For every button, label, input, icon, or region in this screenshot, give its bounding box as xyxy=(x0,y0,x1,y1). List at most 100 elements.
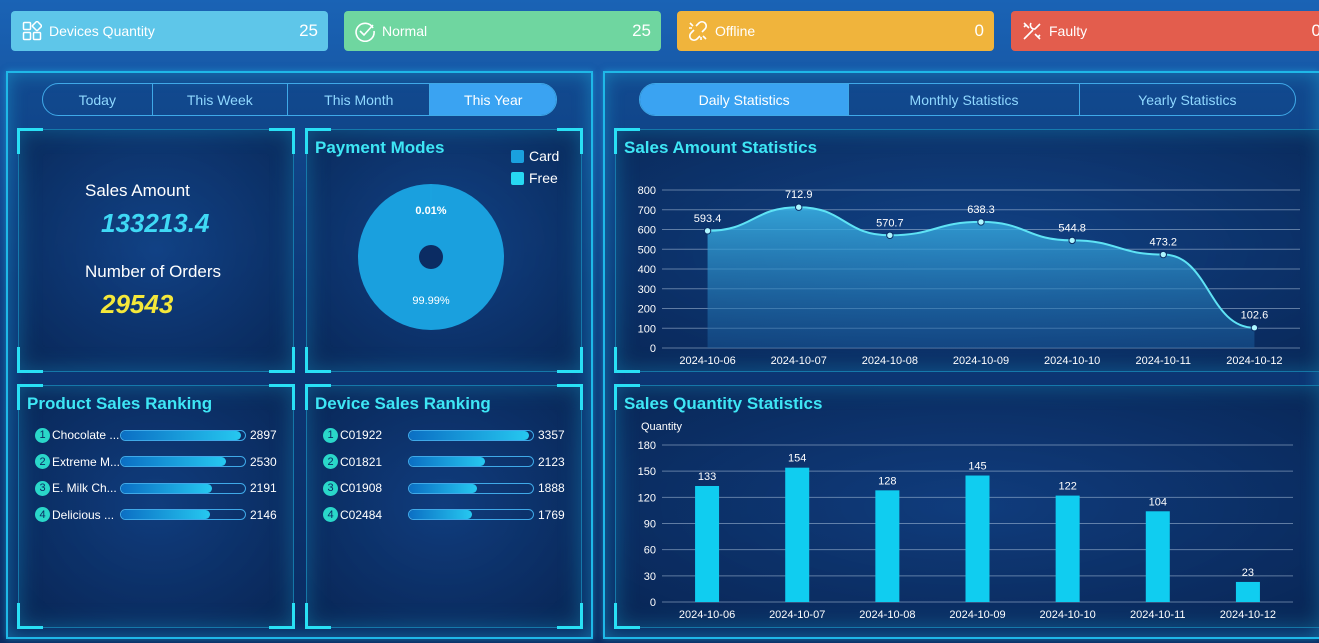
sales-summary-box: Sales Amount 133213.4 Number of Orders 2… xyxy=(17,128,295,373)
x-tick-label: 2024-10-08 xyxy=(859,609,915,621)
sales-amount-chart-box: Sales Amount Statistics 0 100 200 300 400 500… xyxy=(614,128,1319,373)
statistics-tabs: Daily Statistics Monthly Statistics Year… xyxy=(639,83,1296,116)
ranking-row[interactable]: 2 C01821 2123 xyxy=(323,452,565,472)
y-tick-label: 60 xyxy=(644,545,656,557)
data-point xyxy=(886,231,894,239)
stat-label: Faulty xyxy=(1049,23,1088,39)
y-tick-label: 500 xyxy=(638,244,656,256)
data-label: 122 xyxy=(1058,481,1076,493)
x-tick-label: 2024-10-07 xyxy=(771,355,827,367)
check-circle-icon xyxy=(354,20,376,42)
ranking-row[interactable]: 1 C01922 3357 xyxy=(323,425,565,445)
data-label: 593.4 xyxy=(694,213,722,225)
rank-badge: 4 xyxy=(35,507,50,522)
device-ranking-title: Device Sales Ranking xyxy=(315,394,491,413)
data-label: 638.3 xyxy=(967,204,995,216)
tab-this-week[interactable]: This Week xyxy=(153,84,289,115)
ranking-row[interactable]: 1 Chocolate ... 2897 xyxy=(35,425,277,445)
device-ranking-box: Device Sales Ranking 1 C01922 3357 2 C01821 2… xyxy=(305,384,583,629)
bar xyxy=(695,485,720,602)
rank-badge: 2 xyxy=(35,454,50,469)
rank-bar xyxy=(408,456,534,467)
rank-badge: 1 xyxy=(323,427,338,443)
x-tick-label: 2024-10-12 xyxy=(1220,609,1276,621)
rank-bar-fill xyxy=(121,457,227,466)
rank-bar-fill xyxy=(409,457,486,466)
rank-bar-fill xyxy=(409,510,473,519)
data-point xyxy=(1250,324,1259,332)
y-tick-label: 700 xyxy=(638,205,656,217)
payment-modes-box: Payment Modes Card Free 99.99% 0.01% xyxy=(305,128,583,373)
tab-today[interactable]: Today xyxy=(43,84,153,115)
pie-hole xyxy=(419,245,443,269)
rank-bar-fill xyxy=(121,483,212,493)
rank-bar-fill xyxy=(409,430,530,440)
data-point xyxy=(703,227,712,235)
x-tick-label: 2024-10-07 xyxy=(769,609,825,621)
tab-daily-statistics[interactable]: Daily Statistics xyxy=(640,84,850,115)
y-tick-label: 100 xyxy=(638,323,656,335)
sales-quantity-chart: Quantity 0 30 60 90 120 150 180 133 2024-10-06 154… xyxy=(638,421,1293,621)
rank-badge: 3 xyxy=(323,480,338,496)
faulty-card[interactable]: Faulty 0 xyxy=(1011,11,1319,51)
ranking-row[interactable]: 3 C01908 1888 xyxy=(323,478,565,498)
data-label: 145 xyxy=(968,461,986,473)
data-label: 104 xyxy=(1149,496,1167,508)
time-range-tabs: Today This Week This Month This Year xyxy=(42,83,557,116)
y-tick-label: 0 xyxy=(650,597,656,609)
y-axis-label: Quantity xyxy=(641,421,682,433)
rank-name: E. Milk Ch... xyxy=(52,481,117,495)
bar xyxy=(785,467,810,602)
area-fill xyxy=(707,207,1255,348)
rank-name: C01922 xyxy=(340,428,383,442)
payment-pie-chart: 99.99% 0.01% xyxy=(358,184,504,330)
data-label: 544.8 xyxy=(1058,222,1086,234)
stat-label: Devices Quantity xyxy=(49,23,155,39)
data-label: 128 xyxy=(878,475,896,487)
stat-value: 25 xyxy=(299,21,318,40)
x-tick-label: 2024-10-08 xyxy=(862,355,918,367)
tab-monthly-statistics[interactable]: Monthly Statistics xyxy=(849,84,1080,115)
data-label: 102.6 xyxy=(1241,310,1269,322)
normal-card[interactable]: Normal 25 xyxy=(344,11,661,51)
x-tick-label: 2024-10-09 xyxy=(953,355,1009,367)
x-tick-label: 2024-10-10 xyxy=(1040,609,1096,621)
y-tick-label: 200 xyxy=(638,304,656,316)
sales-quantity-chart-box: Sales Quantity Statistics Quantity 0 30 60 9… xyxy=(614,384,1319,629)
stat-label: Normal xyxy=(382,23,428,39)
ranking-row[interactable]: 4 C02484 1769 xyxy=(323,505,565,525)
product-ranking-box: Product Sales Ranking 1 Chocolate ... 2897… xyxy=(17,384,295,629)
bar xyxy=(965,475,990,602)
devices-quantity-card[interactable]: Devices Quantity 25 xyxy=(11,11,328,51)
ranking-row[interactable]: 4 Delicious ... 2146 xyxy=(35,505,277,525)
rank-value: 1769 xyxy=(538,507,565,522)
rank-bar xyxy=(120,482,246,494)
data-label: 712.9 xyxy=(785,189,813,201)
tab-this-year[interactable]: This Year xyxy=(430,84,556,115)
ranking-row[interactable]: 3 E. Milk Ch... 2191 xyxy=(35,478,277,498)
sales-amount-label: Sales Amount xyxy=(85,181,190,200)
ranking-row[interactable]: 2 Extreme M... 2530 xyxy=(35,452,277,472)
rank-bar-fill xyxy=(409,483,477,493)
bar xyxy=(1055,495,1080,602)
data-label: 154 xyxy=(788,453,806,465)
rank-badge: 1 xyxy=(35,427,50,443)
y-tick-label: 300 xyxy=(638,284,656,296)
y-tick-label: 90 xyxy=(644,519,656,531)
tab-this-month[interactable]: This Month xyxy=(288,84,431,115)
rank-badge: 4 xyxy=(323,507,338,522)
offline-card[interactable]: Offline 0 xyxy=(677,11,994,51)
rank-value: 2191 xyxy=(250,481,277,495)
pie-label: 0.01% xyxy=(415,205,446,217)
rank-name: C02484 xyxy=(340,507,383,522)
stat-value: 0 xyxy=(974,21,984,40)
tab-yearly-statistics[interactable]: Yearly Statistics xyxy=(1080,84,1295,115)
y-tick-label: 150 xyxy=(638,466,656,478)
devices-icon xyxy=(21,20,43,42)
x-tick-label: 2024-10-11 xyxy=(1136,355,1191,367)
data-point xyxy=(1159,250,1167,259)
y-tick-label: 0 xyxy=(650,343,656,355)
rank-name: Delicious ... xyxy=(52,507,115,522)
stat-value: 25 xyxy=(632,21,651,40)
x-tick-label: 2024-10-12 xyxy=(1226,355,1282,367)
